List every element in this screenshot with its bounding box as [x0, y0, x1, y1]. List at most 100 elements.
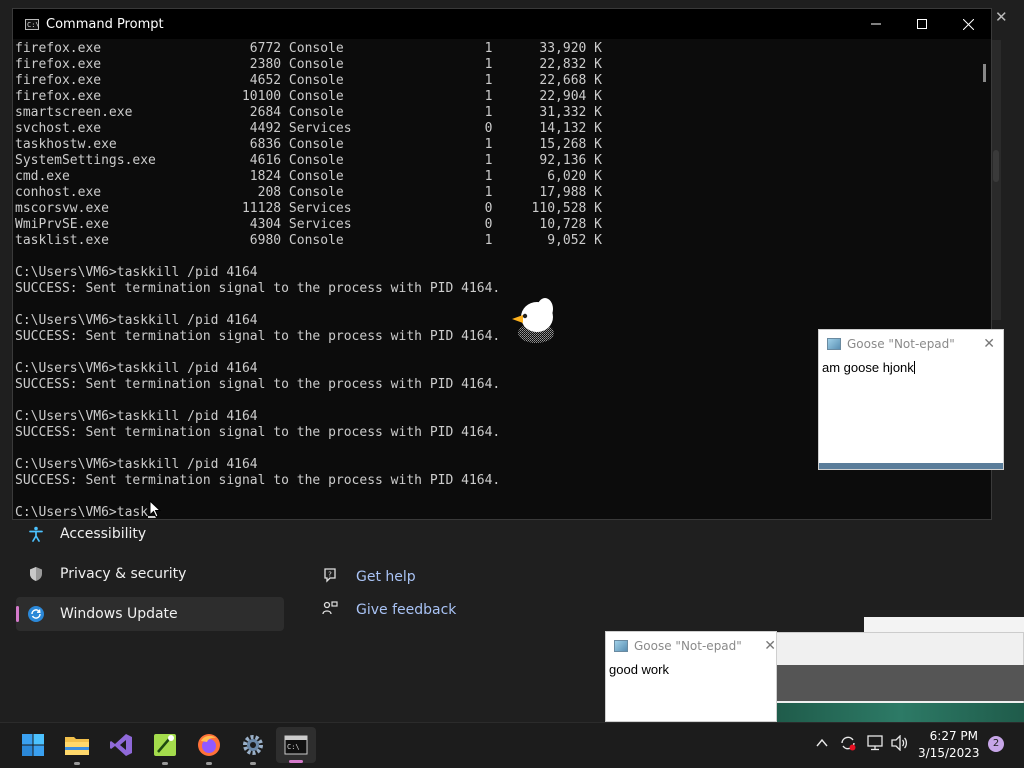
- give-feedback-link[interactable]: Give feedback: [322, 600, 456, 620]
- command-output: SUCCESS: Sent termination signal to the …: [15, 425, 501, 440]
- process-row: firefox.exe 2380 Console 1 22,832 K: [15, 57, 602, 72]
- accessibility-icon: [26, 524, 46, 544]
- goose-notepad-window-2[interactable]: Goose "Not-epad" ✕ good work: [605, 631, 777, 722]
- help-icon: ?: [322, 567, 342, 587]
- maximize-icon: [917, 19, 927, 29]
- settings-scroll-thumb[interactable]: [993, 150, 999, 182]
- visual-studio-icon: [110, 734, 132, 756]
- current-input-line[interactable]: C:\Users\VM6>task: [15, 505, 148, 519]
- close-icon[interactable]: ✕: [983, 336, 995, 352]
- settings-icon: [243, 735, 263, 755]
- minimize-button[interactable]: [853, 9, 899, 39]
- process-row: WmiPrvSE.exe 4304 Services 0 10,728 K: [15, 217, 602, 232]
- taskbar-notepad-plus[interactable]: [150, 730, 180, 765]
- process-row: svchost.exe 4492 Services 0 14,132 K: [15, 121, 602, 136]
- process-row: SystemSettings.exe 4616 Console 1 92,136…: [15, 153, 602, 168]
- windows-update-icon: [26, 604, 46, 624]
- cmd-app-icon: C:\: [25, 18, 40, 30]
- command-line: C:\Users\VM6>taskkill /pid 4164: [15, 265, 258, 280]
- running-indicator: [74, 762, 80, 765]
- shield-icon: [26, 564, 46, 584]
- taskbar-firefox[interactable]: [194, 730, 224, 765]
- volume-icon[interactable]: [891, 734, 909, 755]
- running-indicator: [206, 762, 212, 765]
- sidebar-item-label: Accessibility: [60, 526, 147, 542]
- maximize-button[interactable]: [899, 9, 945, 39]
- notepad-icon: [827, 338, 841, 350]
- taskbar-settings[interactable]: [238, 730, 268, 765]
- running-indicator: [289, 760, 303, 763]
- command-line: C:\Users\VM6>taskkill /pid 4164: [15, 361, 258, 376]
- process-row: cmd.exe 1824 Console 1 6,020 K: [15, 169, 602, 184]
- close-icon[interactable]: ✕: [764, 638, 776, 654]
- get-help-link[interactable]: ? Get help: [322, 567, 416, 587]
- command-line: C:\Users\VM6>taskkill /pid 4164: [15, 313, 258, 328]
- process-row: firefox.exe 4652 Console 1 22,668 K: [15, 73, 602, 88]
- process-row: tasklist.exe 6980 Console 1 9,052 K: [15, 233, 602, 248]
- minimize-icon: [871, 23, 881, 25]
- command-output: SUCCESS: Sent termination signal to the …: [15, 329, 501, 344]
- process-row: firefox.exe 6772 Console 1 33,920 K: [15, 41, 602, 56]
- goose-notepad-window[interactable]: Goose "Not-epad" ✕ am goose hjonk: [818, 329, 1004, 470]
- command-output: SUCCESS: Sent termination signal to the …: [15, 377, 501, 392]
- notepad-icon: [614, 640, 628, 652]
- file-explorer-icon: [65, 737, 89, 755]
- goose-sprite[interactable]: [509, 295, 559, 347]
- sidebar-item-label: Privacy & security: [60, 566, 187, 582]
- close-icon: [962, 18, 974, 30]
- notepad-title: Goose "Not-epad": [847, 337, 955, 351]
- chevron-up-icon[interactable]: [816, 736, 828, 752]
- sync-icon[interactable]: [839, 734, 857, 756]
- terminal-icon: C:\: [284, 735, 308, 755]
- give-feedback-label: Give feedback: [356, 602, 457, 618]
- command-line: C:\Users\VM6>taskkill /pid 4164: [15, 457, 258, 472]
- notepad-title-bar[interactable]: Goose "Not-epad" ✕: [819, 330, 1003, 358]
- clock-date: 3/15/2023: [918, 746, 980, 760]
- command-output: SUCCESS: Sent termination signal to the …: [15, 473, 501, 488]
- process-row: mscorsvw.exe 11128 Services 0 110,528 K: [15, 201, 602, 216]
- sidebar-item-label: Windows Update: [60, 606, 178, 622]
- notepad-textarea[interactable]: am goose hjonk: [819, 358, 1003, 377]
- background-window-fragment: [774, 632, 1024, 723]
- sidebar-item-accessibility[interactable]: Accessibility: [16, 517, 284, 551]
- close-button[interactable]: [945, 9, 991, 39]
- taskbar-command-prompt[interactable]: C:\: [276, 727, 316, 763]
- running-indicator: [250, 762, 256, 765]
- process-row: conhost.exe 208 Console 1 17,988 K: [15, 185, 602, 200]
- start-button[interactable]: [18, 730, 48, 760]
- notepad-plus-icon: [154, 734, 176, 756]
- start-icon: [22, 734, 44, 756]
- notepad-text: am goose hjonk: [822, 360, 914, 375]
- svg-text:C:\: C:\: [287, 743, 300, 751]
- notepad-title: Goose "Not-epad": [634, 639, 742, 653]
- taskbar: C:\ 6:27 PM 3/15/2023 2: [0, 722, 1024, 768]
- taskbar-file-explorer[interactable]: [62, 730, 92, 765]
- text-caret: [913, 361, 915, 374]
- get-help-label: Get help: [356, 569, 416, 585]
- process-row: firefox.exe 10100 Console 1 22,904 K: [15, 89, 602, 104]
- notepad-textarea[interactable]: good work: [606, 660, 776, 679]
- firefox-icon: [198, 734, 220, 756]
- console-scrollbar[interactable]: [983, 64, 986, 82]
- notification-badge[interactable]: 2: [988, 736, 1004, 752]
- mouse-cursor-icon: [149, 500, 161, 518]
- window-title: Command Prompt: [46, 16, 164, 32]
- feedback-icon: [322, 600, 342, 620]
- sidebar-item-windows-update[interactable]: Windows Update: [16, 597, 284, 631]
- sidebar-item-privacy[interactable]: Privacy & security: [16, 557, 284, 591]
- notepad-text: good work: [609, 662, 669, 677]
- notepad-title-bar[interactable]: Goose "Not-epad" ✕: [606, 632, 776, 660]
- notepad-status-strip: [819, 463, 1003, 469]
- taskbar-visual-studio[interactable]: [106, 730, 136, 760]
- command-output: SUCCESS: Sent termination signal to the …: [15, 281, 501, 296]
- process-row: smartscreen.exe 2684 Console 1 31,332 K: [15, 105, 602, 120]
- command-line: C:\Users\VM6>taskkill /pid 4164: [15, 409, 258, 424]
- clock-time: 6:27 PM: [929, 729, 978, 743]
- network-icon[interactable]: [866, 735, 884, 755]
- process-row: taskhostw.exe 6836 Console 1 15,268 K: [15, 137, 602, 152]
- title-bar[interactable]: C:\ Command Prompt: [13, 9, 991, 39]
- running-indicator: [162, 762, 168, 765]
- clock[interactable]: 6:27 PM 3/15/2023: [918, 728, 980, 762]
- close-icon[interactable]: ✕: [995, 8, 1008, 26]
- svg-text:?: ?: [328, 571, 332, 579]
